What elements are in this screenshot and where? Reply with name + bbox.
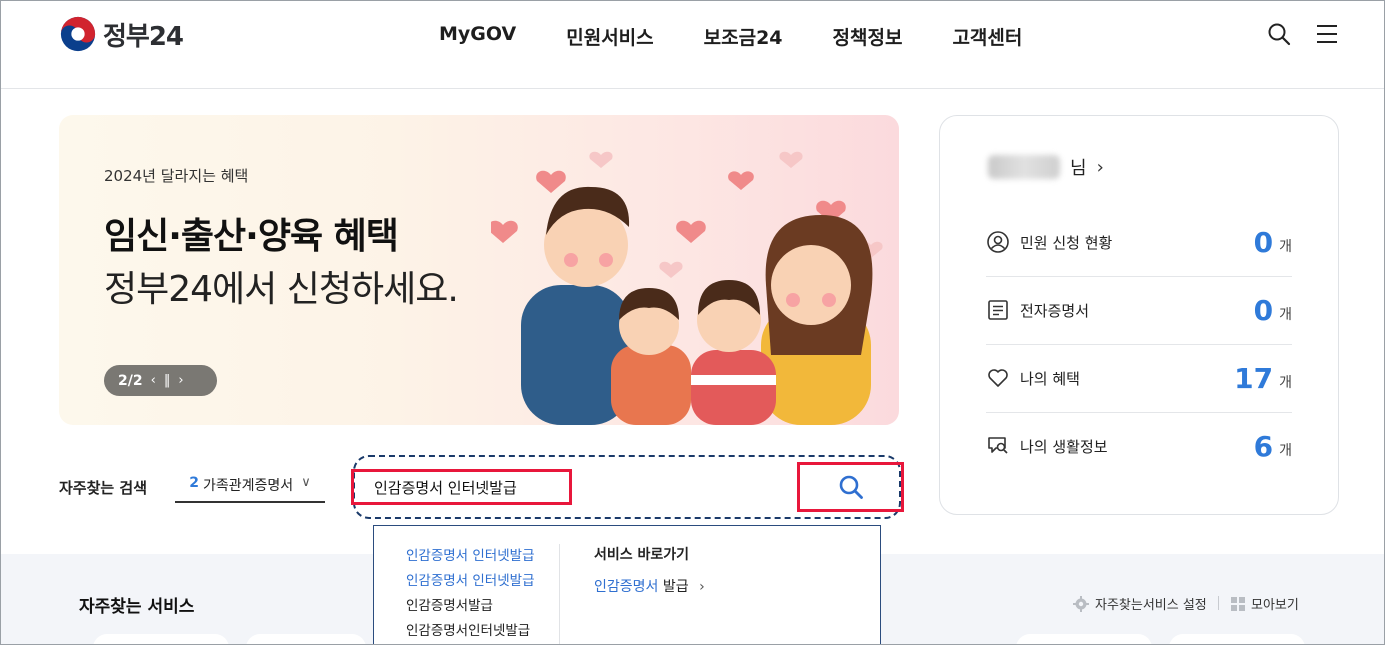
service-shortcut-link[interactable]: 인감증명서 발급 › [594, 576, 705, 596]
nav-subsidy[interactable]: 보조금24 [704, 23, 783, 50]
suggestion-item[interactable]: 인감증명서발급 [406, 594, 560, 619]
hamburger-menu-icon[interactable] [1315, 22, 1339, 46]
user-name-link[interactable]: 님 › [988, 154, 1104, 180]
family-illustration [491, 151, 883, 425]
suggestion-item[interactable]: 인감증명서 인터넷발급 [406, 569, 560, 594]
service-tile[interactable] [1169, 634, 1305, 644]
banner-pager: 2/2 ‹ ‖ › [104, 365, 217, 396]
divider [559, 544, 560, 644]
frequent-search-label: 자주찾는 검색 [59, 479, 148, 497]
logo[interactable]: 정부24 [59, 15, 184, 53]
banner-description: 정부24에서 신청하세요. [104, 269, 459, 310]
suggestion-item[interactable]: 인감증명서인터넷발급 [406, 619, 560, 644]
nav-mygov[interactable]: MyGOV [439, 23, 516, 50]
nav-policy[interactable]: 정책정보 [833, 23, 903, 50]
stat-label: 민원 신청 현황 [1020, 233, 1113, 252]
autocomplete-dropdown: 인감증명서 인터넷발급 인감증명서 인터넷발급 인감증명서발급 인감증명서인터넷… [373, 525, 881, 644]
setting-label: 자주찾는서비스 설정 [1095, 598, 1207, 613]
stat-e-certificate[interactable]: 전자증명서 0 개 [986, 276, 1292, 344]
stat-value: 0 [1253, 293, 1274, 327]
banner-next-button[interactable]: › [178, 373, 183, 388]
logo-text: 정부24 [103, 21, 184, 52]
stat-unit: 개 [1279, 307, 1292, 323]
service-shortcut-title: 서비스 바로가기 [594, 547, 690, 563]
user-name-suffix: 님 [1070, 158, 1087, 179]
stat-unit: 개 [1279, 443, 1292, 459]
search-chat-icon [988, 437, 1008, 454]
service-shortcut: 서비스 바로가기 인감증명서 발급 › [594, 544, 705, 596]
stat-label: 나의 혜택 [1020, 369, 1080, 388]
banner-page-indicator: 2/2 [118, 372, 143, 389]
stat-label: 전자증명서 [1020, 301, 1090, 320]
search-button[interactable] [797, 462, 904, 512]
service-tile[interactable] [1016, 634, 1152, 644]
my-summary-card: 님 › 민원 신청 현황 0 개 전자증명서 0 개 나의 혜택 17 개 나의… [939, 115, 1339, 515]
service-tile[interactable] [93, 634, 229, 644]
suggestion-item[interactable]: 인감증명서 인터넷발급 [406, 544, 560, 569]
service-tile[interactable] [246, 634, 366, 644]
keyword-text: 가족관계증명서 [203, 478, 294, 494]
stat-label: 나의 생활정보 [1020, 437, 1108, 456]
nav-civil-service[interactable]: 민원서비스 [566, 23, 653, 50]
suggestion-list: 인감증명서 인터넷발급 인감증명서 인터넷발급 인감증명서발급 인감증명서인터넷… [406, 544, 560, 644]
divider [1218, 596, 1219, 610]
stat-value: 6 [1253, 429, 1274, 463]
document-list-icon [988, 300, 1008, 320]
stat-value: 17 [1234, 361, 1274, 395]
grid-icon [1231, 596, 1245, 611]
user-name-blurred [988, 155, 1060, 179]
banner-subtitle: 2024년 달라지는 혜택 [104, 167, 249, 185]
stat-my-benefits[interactable]: 나의 혜택 17 개 [986, 344, 1292, 412]
search-input[interactable] [351, 469, 572, 505]
shortcut-link-keyword: 인감증명서 [594, 579, 659, 595]
banner-pause-button[interactable]: ‖ [164, 373, 171, 388]
frequent-services-setting-button[interactable]: 자주찾는서비스 설정 [1073, 594, 1207, 613]
main-nav: MyGOV 민원서비스 보조금24 정책정보 고객센터 [439, 23, 1022, 50]
view-all-label: 모아보기 [1251, 598, 1299, 613]
header: 정부24 MyGOV 민원서비스 보조금24 정책정보 고객센터 [1, 1, 1384, 89]
stat-unit: 개 [1279, 375, 1292, 391]
taegeuk-logo-icon [60, 16, 96, 52]
nav-customer-center[interactable]: 고객센터 [952, 23, 1022, 50]
frequent-keyword-dropdown[interactable]: 2 가족관계증명서 ∨ [175, 475, 325, 503]
search-icon[interactable] [1267, 22, 1291, 46]
heart-icon [988, 369, 1008, 387]
user-circle-icon [987, 231, 1009, 253]
chevron-right-icon: › [1096, 156, 1104, 178]
shortcut-link-rest: 발급 [658, 579, 689, 595]
banner-prev-button[interactable]: ‹ [151, 373, 156, 388]
hero-banner[interactable]: 2024년 달라지는 혜택 임신·출산·양육 혜택 정부24에서 신청하세요. … [59, 115, 899, 425]
view-all-button[interactable]: 모아보기 [1231, 594, 1299, 613]
stat-unit: 개 [1279, 239, 1292, 255]
stat-value: 0 [1253, 225, 1274, 259]
stat-life-info[interactable]: 나의 생활정보 6 개 [986, 412, 1292, 480]
chevron-right-icon: › [699, 579, 705, 595]
frequent-services-title: 자주찾는 서비스 [79, 597, 195, 617]
gear-icon [1073, 595, 1089, 612]
stat-civil-application[interactable]: 민원 신청 현황 0 개 [986, 208, 1292, 276]
page-frame: 정부24 MyGOV 민원서비스 보조금24 정책정보 고객센터 2024년 달… [0, 0, 1385, 645]
chevron-down-icon: ∨ [301, 475, 311, 490]
keyword-rank: 2 [189, 475, 200, 491]
search-icon [839, 475, 863, 499]
banner-title: 임신·출산·양육 혜택 [104, 216, 399, 257]
